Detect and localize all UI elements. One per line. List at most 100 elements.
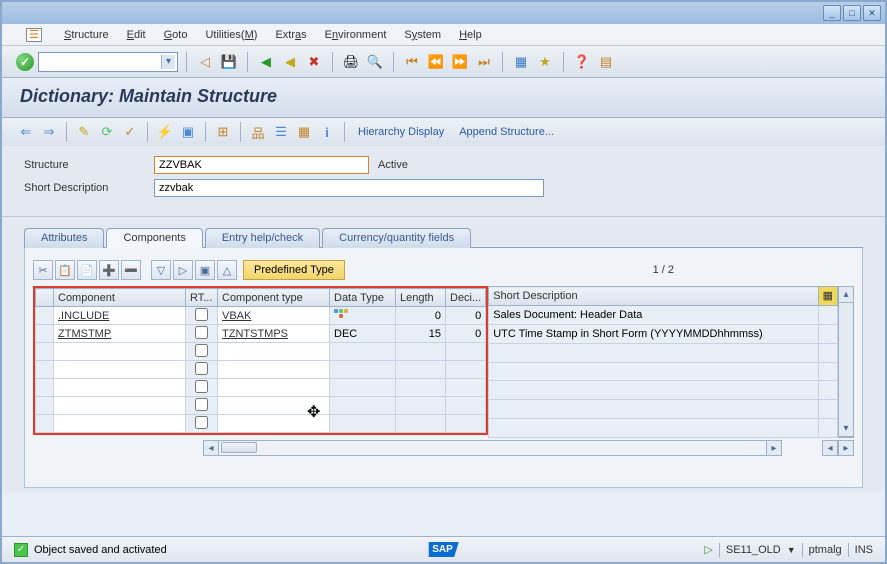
- table-row[interactable]: ZTMSTMP TZNTSTMPS DEC 15 0: [36, 325, 486, 343]
- minimize-button[interactable]: _: [823, 5, 841, 21]
- first-page-icon[interactable]: ⏮: [402, 52, 422, 72]
- exit-icon[interactable]: ◀: [280, 52, 300, 72]
- tab-currency[interactable]: Currency/quantity fields: [322, 228, 471, 248]
- col-shortdesc[interactable]: Short Description: [489, 287, 818, 306]
- tree-icon[interactable]: ☰: [271, 122, 291, 142]
- print-icon[interactable]: 🖨: [341, 52, 361, 72]
- menu-system[interactable]: System: [404, 29, 441, 41]
- col-comptype[interactable]: Component type: [218, 289, 330, 307]
- menu-goto[interactable]: Goto: [164, 29, 188, 41]
- rt-checkbox[interactable]: [195, 416, 208, 429]
- save-icon[interactable]: 💾: [219, 52, 239, 72]
- tab-attributes[interactable]: Attributes: [24, 228, 104, 248]
- col-length[interactable]: Length: [396, 289, 446, 307]
- comptype-cell[interactable]: VBAK: [218, 310, 251, 322]
- maximize-button[interactable]: □: [843, 5, 861, 21]
- shortcut-icon[interactable]: ★: [535, 52, 555, 72]
- statusbar: ✓ Object saved and activated SAP ▷ SE11_…: [2, 536, 885, 562]
- table-row[interactable]: [36, 415, 486, 433]
- insert-row-icon[interactable]: ➕: [99, 260, 119, 280]
- structure-field[interactable]: ZZVBAK: [154, 156, 369, 174]
- rt-checkbox[interactable]: [195, 398, 208, 411]
- delete-row-icon[interactable]: ➖: [121, 260, 141, 280]
- menu-help[interactable]: Help: [459, 29, 482, 41]
- activate-icon[interactable]: ⚡: [155, 122, 175, 142]
- prev-page-icon[interactable]: ⏪: [426, 52, 446, 72]
- dec-cell: 0: [446, 307, 486, 325]
- status-tcode: SE11_OLD: [726, 544, 781, 556]
- rt-checkbox[interactable]: [195, 308, 208, 321]
- menu-structure[interactable]: Structure: [64, 29, 109, 41]
- next-page-icon[interactable]: ⏩: [450, 52, 470, 72]
- horizontal-scrollbar[interactable]: ◂ ▸ ◂ ▸: [33, 440, 854, 456]
- close-button[interactable]: ✕: [863, 5, 881, 21]
- table-row[interactable]: .INCLUDE VBAK 0 0: [36, 307, 486, 325]
- component-cell[interactable]: .INCLUDE: [54, 310, 109, 322]
- info-icon[interactable]: i: [317, 122, 337, 142]
- short-description-field[interactable]: zzvbak: [154, 179, 544, 197]
- tab-entry-help[interactable]: Entry help/check: [205, 228, 320, 248]
- comptype-cell[interactable]: TZNTSTMPS: [218, 328, 288, 340]
- copy-icon[interactable]: 📋: [55, 260, 75, 280]
- cancel-icon[interactable]: ✖: [304, 52, 324, 72]
- rt-checkbox[interactable]: [195, 344, 208, 357]
- dec-cell: 0: [446, 325, 486, 343]
- display-change-icon[interactable]: ✎: [74, 122, 94, 142]
- collapse-icon[interactable]: ▷: [173, 260, 193, 280]
- back-icon[interactable]: ◁: [195, 52, 215, 72]
- command-field[interactable]: ▾: [38, 52, 178, 72]
- table-row[interactable]: [36, 361, 486, 379]
- menu-edit[interactable]: Edit: [127, 29, 146, 41]
- other-object-icon[interactable]: ⟳: [97, 122, 117, 142]
- back-green-icon[interactable]: ◀: [256, 52, 276, 72]
- sap-logo: SAP: [428, 542, 459, 557]
- last-page-icon[interactable]: ⏭: [474, 52, 494, 72]
- enter-button[interactable]: ✓: [16, 53, 34, 71]
- menu-environment[interactable]: Environment: [325, 29, 387, 41]
- col-datatype[interactable]: Data Type: [330, 289, 396, 307]
- menu-utilities[interactable]: Utilities(M): [205, 29, 257, 41]
- status-user: ptmalg: [809, 544, 842, 556]
- check-icon[interactable]: ✓: [120, 122, 140, 142]
- nav-forward-icon[interactable]: ⇒: [39, 122, 59, 142]
- table-row[interactable]: [36, 343, 486, 361]
- f4-icon[interactable]: [334, 309, 349, 320]
- predefined-type-button[interactable]: Predefined Type: [243, 260, 345, 280]
- component-cell[interactable]: ZTMSTMP: [54, 328, 111, 340]
- append-structure-link[interactable]: Append Structure...: [453, 124, 560, 140]
- cut-icon[interactable]: ✂: [33, 260, 53, 280]
- description-column: Short Description▦ Sales Document: Heade…: [488, 286, 838, 438]
- new-session-icon[interactable]: ▦: [511, 52, 531, 72]
- graphic-icon[interactable]: 品: [248, 122, 268, 142]
- rt-checkbox[interactable]: [195, 326, 208, 339]
- col-dec[interactable]: Deci...: [446, 289, 486, 307]
- hierarchy-display-link[interactable]: Hierarchy Display: [352, 124, 450, 140]
- standard-toolbar: ✓ ▾ ◁ 💾 ◀ ◀ ✖ 🖨 🔍 ⏮ ⏪ ⏩ ⏭ ▦ ★ ❓ ▤: [2, 46, 885, 78]
- rt-checkbox[interactable]: [195, 380, 208, 393]
- deselect-icon[interactable]: △: [217, 260, 237, 280]
- append-icon[interactable]: ▦: [294, 122, 314, 142]
- paste-icon[interactable]: 📄: [77, 260, 97, 280]
- find-icon[interactable]: 🔍: [365, 52, 385, 72]
- table-row[interactable]: [36, 379, 486, 397]
- vertical-scrollbar[interactable]: ▴ ▾: [838, 286, 854, 438]
- col-component[interactable]: Component: [54, 289, 186, 307]
- help-icon[interactable]: ❓: [572, 52, 592, 72]
- pager: 1 / 2: [653, 264, 674, 276]
- col-rt[interactable]: RT...: [186, 289, 218, 307]
- rt-checkbox[interactable]: [195, 362, 208, 375]
- where-used-icon[interactable]: ▣: [178, 122, 198, 142]
- menu-extras[interactable]: Extras: [275, 29, 306, 41]
- table-row[interactable]: [36, 397, 486, 415]
- menu-icon[interactable]: ☰: [26, 28, 42, 42]
- hier-icon[interactable]: ⊞: [213, 122, 233, 142]
- expand-icon[interactable]: ▽: [151, 260, 171, 280]
- nav-back-icon[interactable]: ⇐: [16, 122, 36, 142]
- datatype-cell: DEC: [330, 325, 396, 343]
- short-description-label: Short Description: [24, 182, 154, 194]
- length-cell: 15: [396, 325, 446, 343]
- select-all-icon[interactable]: ▣: [195, 260, 215, 280]
- tab-components[interactable]: Components: [106, 228, 202, 248]
- layout-icon[interactable]: ▤: [596, 52, 616, 72]
- components-grid: Component RT... Component type Data Type…: [35, 288, 486, 433]
